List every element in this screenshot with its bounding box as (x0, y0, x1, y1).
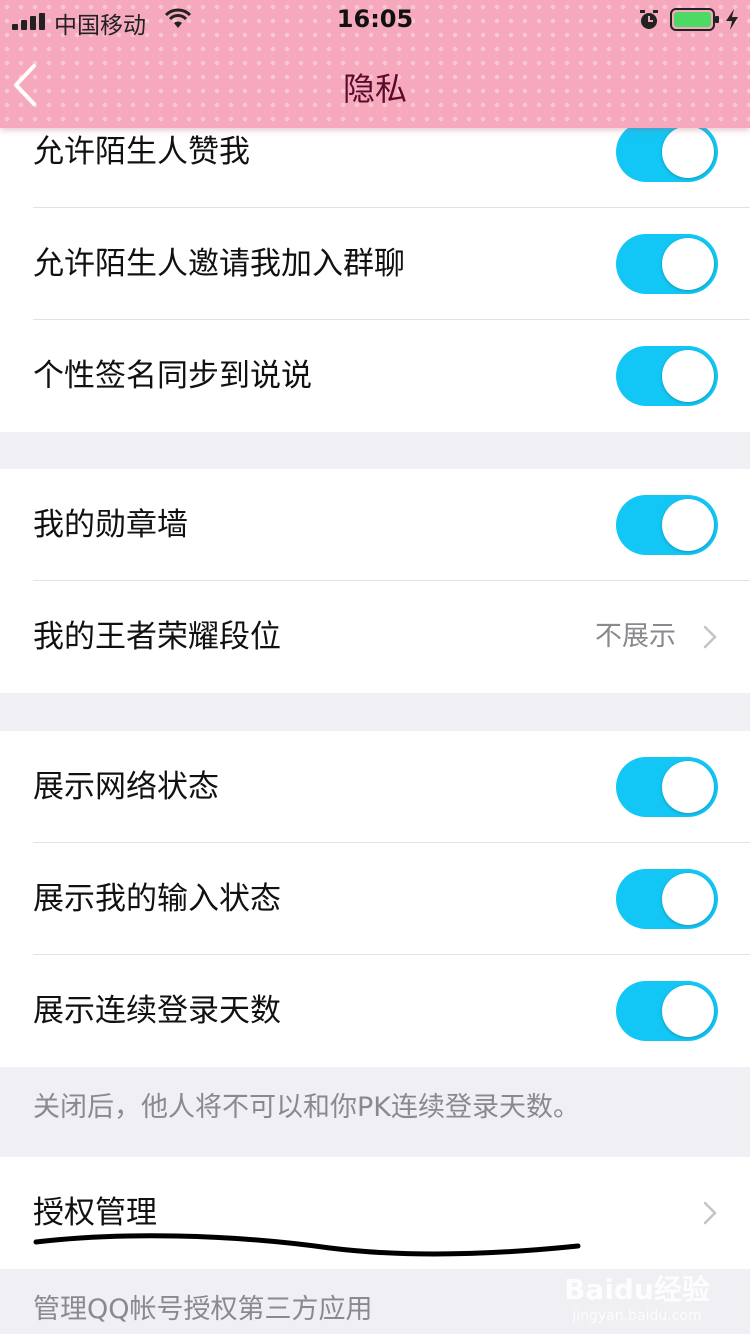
network-status-toggle[interactable] (616, 757, 718, 817)
page-title: 隐私 (342, 70, 407, 108)
toggle-knob (662, 761, 714, 813)
toggle-knob (662, 350, 714, 402)
row-signature-sync: 个性签名同步到说说 (0, 320, 750, 432)
row-label: 授权管理 (33, 1195, 157, 1231)
input-status-toggle[interactable] (616, 869, 718, 929)
row-label: 允许陌生人邀请我加入群聊 (33, 246, 405, 282)
charging-icon (726, 9, 738, 30)
watermark-url: jingyan.baidu.com (572, 1308, 702, 1324)
row-label: 个性签名同步到说说 (33, 358, 312, 394)
row-honor-of-kings-rank[interactable]: 我的王者荣耀段位 不展示 (0, 581, 750, 693)
allow-stranger-invite-toggle[interactable] (616, 234, 718, 294)
row-label: 展示我的输入状态 (33, 881, 281, 917)
row-authorization-management[interactable]: 授权管理 (0, 1157, 750, 1269)
status-bar: 中国移动 16:05 (0, 0, 750, 40)
settings-group-authorization: 授权管理 (0, 1157, 750, 1269)
toggle-knob (662, 238, 714, 290)
row-login-days: 展示连续登录天数 (0, 955, 750, 1067)
alarm-icon (640, 10, 658, 29)
settings-group-strangers: 允许陌生人赞我 允许陌生人邀请我加入群聊 个性签名同步到说说 (0, 96, 750, 432)
row-label: 我的勋章墙 (33, 507, 188, 543)
toggle-knob (662, 985, 714, 1037)
allow-stranger-like-toggle[interactable] (616, 122, 718, 182)
battery-icon (670, 8, 719, 31)
toggle-knob (662, 499, 714, 551)
row-input-status: 展示我的输入状态 (0, 843, 750, 955)
login-days-footnote: 关闭后，他人将不可以和你PK连续登录天数。 (33, 1092, 580, 1123)
row-label: 展示网络状态 (33, 769, 219, 805)
settings-group-profile: 我的勋章墙 我的王者荣耀段位 不展示 (0, 469, 750, 693)
toggle-knob (662, 126, 714, 178)
login-days-toggle[interactable] (616, 981, 718, 1041)
authorization-footnote: 管理QQ帐号授权第三方应用 (33, 1294, 373, 1325)
nav-header: 中国移动 16:05 隐私 (0, 0, 750, 128)
settings-group-status: 展示网络状态 展示我的输入状态 展示连续登录天数 (0, 731, 750, 1067)
row-network-status: 展示网络状态 (0, 731, 750, 843)
watermark-brand: Baidu经验 (564, 1273, 710, 1306)
medal-wall-toggle[interactable] (616, 495, 718, 555)
baidu-watermark: Baidu经验 jingyan.baidu.com (562, 1268, 712, 1324)
row-medal-wall: 我的勋章墙 (0, 469, 750, 581)
row-label: 我的王者荣耀段位 (33, 619, 281, 655)
rank-display-value: 不展示 (595, 621, 676, 652)
chevron-right-icon (703, 625, 717, 649)
toggle-knob (662, 873, 714, 925)
row-label: 展示连续登录天数 (33, 993, 281, 1029)
row-allow-stranger-invite: 允许陌生人邀请我加入群聊 (0, 208, 750, 320)
signature-sync-toggle[interactable] (616, 346, 718, 406)
chevron-right-icon (703, 1201, 717, 1225)
